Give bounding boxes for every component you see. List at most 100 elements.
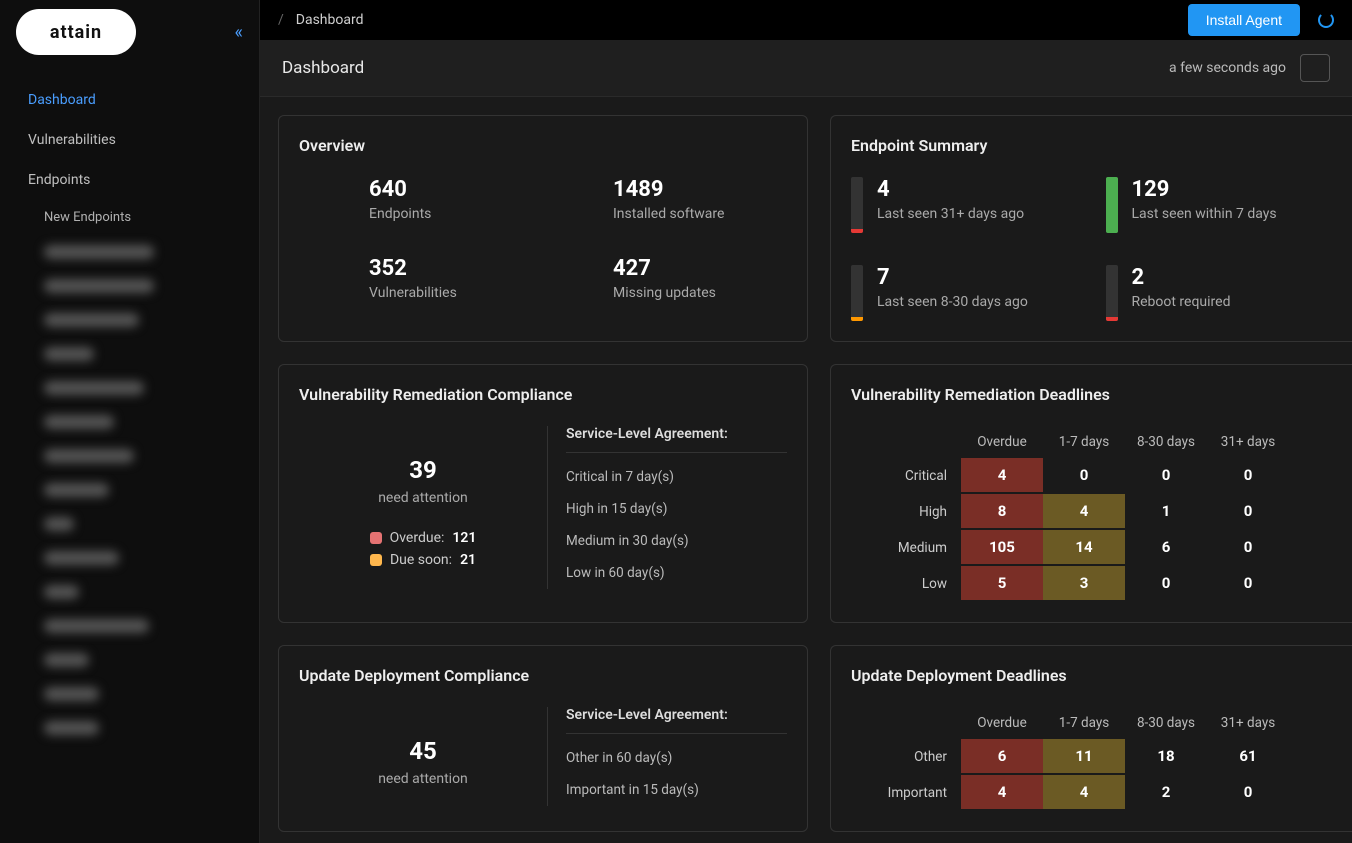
deadlines-cell[interactable]: 0	[1125, 458, 1207, 492]
deadlines-col-header: Overdue	[961, 707, 1043, 739]
breadcrumb-separator: /	[278, 12, 284, 28]
endpoint-stat-reboot[interactable]: 2 Reboot required	[1106, 265, 1333, 321]
stat-label: Last seen 31+ days ago	[877, 206, 1024, 222]
sidebar-subitem-blurred[interactable]	[0, 677, 259, 711]
sla-row: Critical in 7 day(s)	[566, 461, 787, 493]
stat-bar-icon	[851, 177, 863, 233]
vuln-compliance-title: Vulnerability Remediation Compliance	[299, 385, 787, 404]
update-compliance-sla: Service-Level Agreement: Other in 60 day…	[547, 707, 787, 806]
stat-value: 129	[1132, 177, 1277, 202]
deadlines-cell[interactable]: 4	[1043, 775, 1125, 809]
deadlines-cell[interactable]: 4	[961, 775, 1043, 809]
deadlines-cell[interactable]: 18	[1125, 739, 1207, 773]
sidebar-subitem-blurred[interactable]	[0, 269, 259, 303]
sidebar-subitem-blurred[interactable]	[0, 711, 259, 745]
deadlines-cell[interactable]: 8	[961, 494, 1043, 528]
vuln-compliance-sla: Service-Level Agreement: Critical in 7 d…	[547, 426, 787, 589]
topbar-right: Install Agent	[1188, 4, 1334, 36]
deadlines-cell[interactable]: 0	[1207, 530, 1289, 564]
deadlines-cell[interactable]: 0	[1207, 494, 1289, 528]
sidebar-subitem-blurred[interactable]	[0, 371, 259, 405]
deadlines-row-label: High	[851, 494, 961, 530]
deadlines-cell[interactable]: 6	[961, 739, 1043, 773]
sla-row: Medium in 30 day(s)	[566, 525, 787, 557]
deadlines-col-header: 8-30 days	[1125, 426, 1207, 458]
sidebar-subitem-blurred[interactable]	[0, 405, 259, 439]
sidebar-subitem-blurred[interactable]	[0, 439, 259, 473]
overdue-label: Overdue:	[390, 530, 445, 546]
breadcrumb-current[interactable]: Dashboard	[296, 12, 364, 28]
sidebar-subitem-blurred[interactable]	[0, 643, 259, 677]
update-deadlines-table: Overdue1-7 days8-30 days31+ daysOther611…	[851, 707, 1332, 811]
update-deadlines-card: Update Deployment Deadlines Overdue1-7 d…	[830, 645, 1352, 832]
deadlines-cell[interactable]: 5	[961, 566, 1043, 600]
deadlines-cell[interactable]: 11	[1043, 739, 1125, 773]
sidebar-subitem-blurred[interactable]	[0, 303, 259, 337]
stat-label: Last seen 8-30 days ago	[877, 294, 1028, 310]
stat-bar-icon	[1106, 177, 1118, 233]
refresh-button[interactable]	[1300, 54, 1330, 82]
deadlines-cell[interactable]: 61	[1207, 739, 1289, 773]
endpoint-summary-card: Endpoint Summary 4 Last seen 31+ days ag…	[830, 115, 1352, 342]
overdue-value: 121	[452, 530, 476, 546]
deadlines-row-label: Important	[851, 775, 961, 811]
install-agent-button[interactable]: Install Agent	[1188, 4, 1300, 36]
sidebar-subitem-blurred[interactable]	[0, 337, 259, 371]
deadlines-cell[interactable]: 0	[1207, 566, 1289, 600]
sidebar-collapse-button[interactable]: «	[235, 22, 243, 43]
deadlines-col-header: 31+ days	[1207, 707, 1289, 739]
need-attention-label: need attention	[378, 490, 468, 506]
overview-stat-endpoints[interactable]: 640 Endpoints	[299, 177, 543, 222]
sidebar-subitem-blurred[interactable]	[0, 575, 259, 609]
endpoint-stat-8-30days[interactable]: 7 Last seen 8-30 days ago	[851, 265, 1078, 321]
overview-card: Overview 640 Endpoints 1489 Installed so…	[278, 115, 808, 342]
update-compliance-title: Update Deployment Compliance	[299, 666, 787, 685]
deadlines-col-header: 8-30 days	[1125, 707, 1207, 739]
deadlines-cell[interactable]: 2	[1125, 775, 1207, 809]
overview-stat-vulnerabilities[interactable]: 352 Vulnerabilities	[299, 256, 543, 301]
sidebar-subitem-blurred[interactable]	[0, 507, 259, 541]
deadlines-row-label: Critical	[851, 458, 961, 494]
overview-stat-missing-updates[interactable]: 427 Missing updates	[543, 256, 787, 301]
deadlines-cell[interactable]: 1	[1125, 494, 1207, 528]
deadlines-col-header: 31+ days	[1207, 426, 1289, 458]
deadlines-cell[interactable]: 105	[961, 530, 1043, 564]
deadlines-cell[interactable]: 0	[1043, 458, 1125, 492]
duesoon-row: Due soon: 21	[370, 552, 476, 568]
sla-row: Important in 15 day(s)	[566, 774, 787, 806]
loading-spinner-icon	[1318, 12, 1334, 28]
sidebar-subitem-blurred[interactable]	[0, 541, 259, 575]
sla-row: High in 15 day(s)	[566, 493, 787, 525]
endpoint-stat-7days[interactable]: 129 Last seen within 7 days	[1106, 177, 1333, 233]
stat-value: 4	[877, 177, 1024, 202]
need-attention-value: 45	[409, 737, 437, 765]
endpoint-stat-31plus[interactable]: 4 Last seen 31+ days ago	[851, 177, 1078, 233]
deadlines-cell[interactable]: 0	[1207, 775, 1289, 809]
sidebar-subitem-blurred[interactable]	[0, 235, 259, 269]
sidebar-item-dashboard[interactable]: Dashboard	[0, 80, 259, 120]
update-deadlines-title: Update Deployment Deadlines	[851, 666, 1332, 685]
deadlines-cell[interactable]: 0	[1125, 566, 1207, 600]
deadlines-cell[interactable]: 6	[1125, 530, 1207, 564]
deadlines-cell[interactable]: 4	[1043, 494, 1125, 528]
deadlines-cell[interactable]: 3	[1043, 566, 1125, 600]
deadlines-col-header: 1-7 days	[1043, 426, 1125, 458]
deadlines-cell[interactable]: 14	[1043, 530, 1125, 564]
overview-grid: 640 Endpoints 1489 Installed software 35…	[299, 177, 787, 301]
stat-bar-icon	[851, 265, 863, 321]
sla-heading: Service-Level Agreement:	[566, 426, 787, 453]
sidebar-subitem-blurred[interactable]	[0, 473, 259, 507]
overdue-row: Overdue: 121	[370, 530, 477, 546]
deadlines-row-label: Low	[851, 566, 961, 602]
sidebar-subitem-new-endpoints[interactable]: New Endpoints	[0, 200, 259, 235]
sidebar-item-endpoints[interactable]: Endpoints	[0, 160, 259, 200]
sidebar: attain « Dashboard Vulnerabilities Endpo…	[0, 0, 260, 843]
endpoint-summary-grid: 4 Last seen 31+ days ago 129 Last seen w…	[851, 177, 1332, 321]
overview-stat-installed-software[interactable]: 1489 Installed software	[543, 177, 787, 222]
breadcrumb: / Dashboard	[278, 12, 364, 28]
sidebar-item-vulnerabilities[interactable]: Vulnerabilities	[0, 120, 259, 160]
deadlines-cell[interactable]: 4	[961, 458, 1043, 492]
deadlines-cell[interactable]: 0	[1207, 458, 1289, 492]
sidebar-subitem-blurred[interactable]	[0, 609, 259, 643]
deadlines-row-label: Medium	[851, 530, 961, 566]
